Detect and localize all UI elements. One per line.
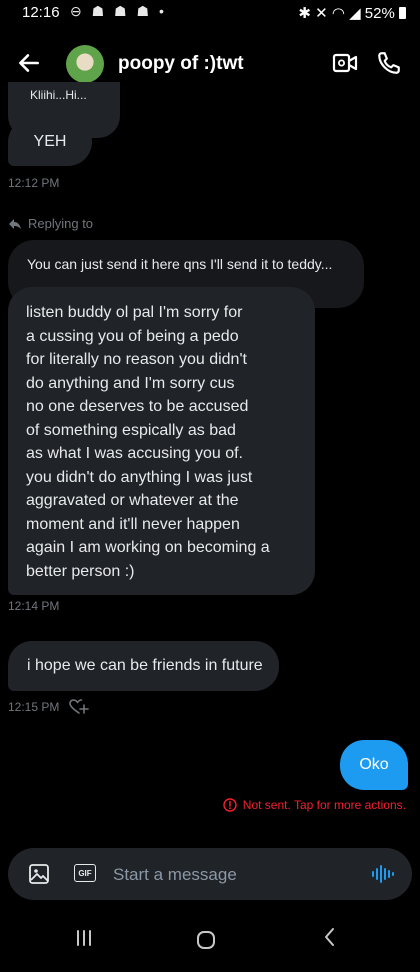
error-icon xyxy=(223,798,237,812)
system-nav-bar xyxy=(0,906,420,972)
not-sent-notice[interactable]: Not sent. Tap for more actions. xyxy=(223,798,406,812)
back-arrow-icon[interactable] xyxy=(16,50,42,76)
recent-apps-icon[interactable] xyxy=(74,928,94,948)
image-icon[interactable] xyxy=(28,863,50,885)
message-bubble-sent[interactable]: Oko xyxy=(340,740,408,790)
message-bubble-yeh[interactable]: YEH xyxy=(8,118,92,166)
status-bar: 12:16 ⊖ ☗ ☗ ☗ • ✱ ✕ ◠ ◢ 52% xyxy=(0,0,420,26)
signal-icon: ◢ xyxy=(349,5,361,22)
battery-percent: 52% xyxy=(364,5,395,22)
video-call-icon[interactable] xyxy=(332,52,358,74)
reply-arrow-icon xyxy=(9,218,21,229)
timestamp-yeh: 12:12 PM xyxy=(8,176,60,190)
contact-name[interactable]: poopy of :)twt xyxy=(118,53,244,75)
replying-to-label: Replying to xyxy=(8,216,93,231)
status-right: ✱ ✕ ◠ ◢ 52% xyxy=(298,4,406,22)
message-bubble-hope[interactable]: i hope we can be friends in future xyxy=(8,641,279,691)
message-composer: GIF xyxy=(8,848,412,900)
gif-button[interactable]: GIF xyxy=(74,864,96,882)
message-bubble-apology[interactable]: listen buddy ol pal I'm sorry for a cuss… xyxy=(8,287,315,595)
home-icon[interactable] xyxy=(196,930,216,950)
battery-icon xyxy=(399,7,406,19)
wifi-icon: ◠ xyxy=(331,5,345,22)
message-hope-text: i hope we can be friends in future xyxy=(27,657,263,675)
phone-call-icon[interactable] xyxy=(376,50,402,76)
add-reaction-icon[interactable] xyxy=(69,699,90,715)
nav-back-icon[interactable] xyxy=(320,926,340,948)
voice-message-icon[interactable] xyxy=(370,862,394,886)
timestamp-apology: 12:14 PM xyxy=(8,599,60,613)
replying-to-text: Replying to xyxy=(28,216,94,231)
status-time: 12:16 xyxy=(22,4,60,21)
mute-icon: ✕ xyxy=(315,5,328,22)
gif-label: GIF xyxy=(78,868,92,878)
not-sent-text: Not sent. Tap for more actions. xyxy=(242,798,406,812)
quoted-message-text: You can just send it here qns I'll send … xyxy=(27,256,333,272)
bluetooth-icon: ✱ xyxy=(298,5,311,22)
truncated-message-text: Kliihi...Hi... xyxy=(30,88,87,102)
message-input[interactable] xyxy=(111,861,355,889)
timestamp-row-hope: 12:15 PM xyxy=(8,699,90,715)
notification-icons: ⊖ ☗ ☗ ☗ • xyxy=(70,3,167,19)
contact-avatar[interactable] xyxy=(66,45,104,83)
timestamp-hope: 12:15 PM xyxy=(8,700,60,714)
